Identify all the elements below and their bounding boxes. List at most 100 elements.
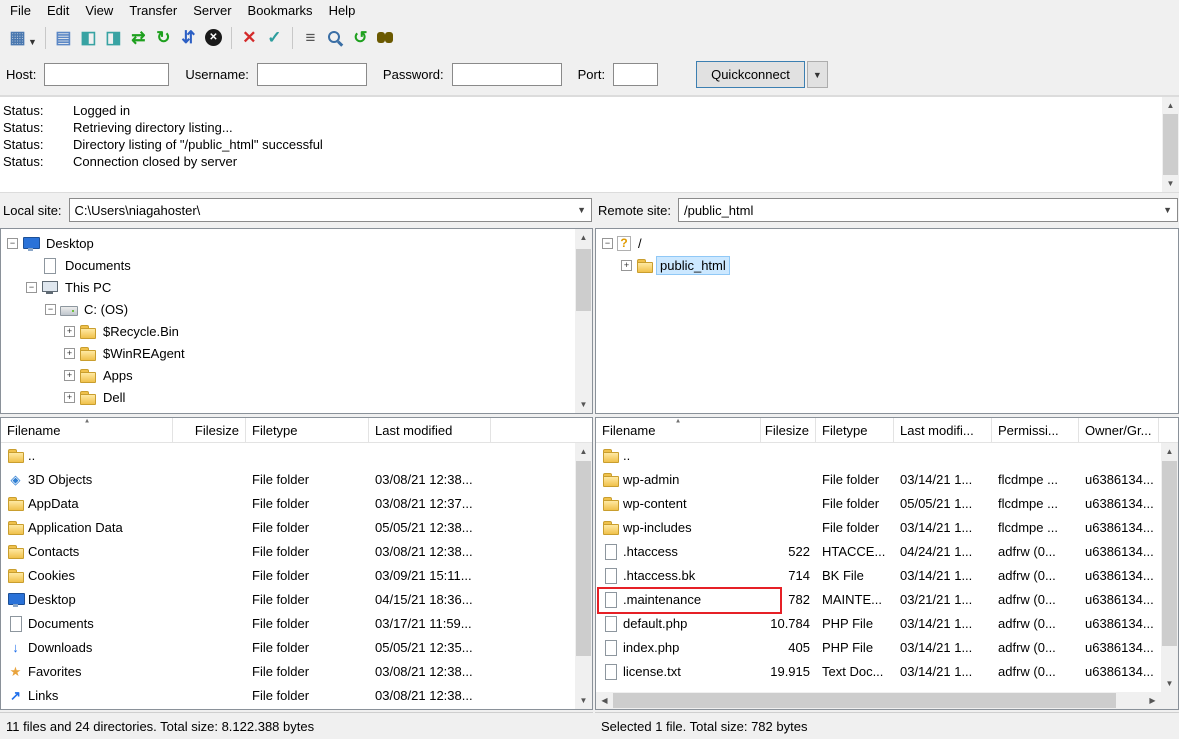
tree-item-winreagent[interactable]: +$WinREAgent	[1, 342, 592, 364]
tree-item-desktop[interactable]: −Desktop	[1, 232, 592, 254]
reconnect-button[interactable]: ✓	[262, 25, 287, 50]
refresh-button[interactable]: ↻	[151, 25, 176, 50]
scrollbar-thumb[interactable]	[576, 461, 591, 656]
quickconnect-dropdown-button[interactable]: ▼	[807, 61, 828, 88]
scroll-down-icon[interactable]: ▼	[575, 396, 592, 413]
file-row[interactable]: .htaccess.bk714BK File03/14/21 1...adfrw…	[596, 563, 1161, 587]
file-row[interactable]: DesktopFile folder04/15/21 18:36...	[1, 587, 575, 611]
file-row[interactable]: ..	[1, 443, 575, 467]
column-header-modified[interactable]: Last modifi...	[894, 418, 992, 442]
toggle-local-tree-button[interactable]: ◧	[76, 25, 101, 50]
column-header-type[interactable]: Filetype	[246, 418, 369, 442]
file-row[interactable]: wp-includesFile folder03/14/21 1...flcdm…	[596, 515, 1161, 539]
username-input[interactable]	[257, 63, 367, 86]
file-row[interactable]: wp-adminFile folder03/14/21 1...flcdmpe …	[596, 467, 1161, 491]
scroll-down-icon[interactable]: ▼	[575, 692, 592, 709]
scroll-up-icon[interactable]: ▲	[1162, 97, 1179, 114]
directory-comparison-button[interactable]	[323, 25, 348, 50]
menu-item-view[interactable]: View	[77, 1, 121, 20]
scrollbar-thumb[interactable]	[1162, 461, 1177, 646]
menu-item-help[interactable]: Help	[321, 1, 364, 20]
tree-item-dell[interactable]: +Dell	[1, 386, 592, 408]
file-row[interactable]: default.php10.784PHP File03/14/21 1...ad…	[596, 611, 1161, 635]
column-header-size[interactable]: Filesize	[761, 418, 816, 442]
tree-item-this-pc[interactable]: −This PC	[1, 276, 592, 298]
host-input[interactable]	[44, 63, 169, 86]
file-row[interactable]: ↓DownloadsFile folder05/05/21 12:35...	[1, 635, 575, 659]
remote-list-vscrollbar[interactable]: ▲ ▼	[1161, 443, 1178, 692]
file-row[interactable]: ★FavoritesFile folder03/08/21 12:38...	[1, 659, 575, 683]
file-row[interactable]: CookiesFile folder03/09/21 15:11...	[1, 563, 575, 587]
scroll-down-icon[interactable]: ▼	[1161, 675, 1178, 692]
scroll-up-icon[interactable]: ▲	[575, 443, 592, 460]
remote-list-hscrollbar[interactable]: ◀ ▶	[596, 692, 1161, 709]
file-row[interactable]: .htaccess522HTACCE...04/24/21 1...adfrw …	[596, 539, 1161, 563]
column-header-size[interactable]: Filesize	[173, 418, 246, 442]
tree-item-recycle-bin[interactable]: +$Recycle.Bin	[1, 320, 592, 342]
file-row[interactable]: AppDataFile folder03/08/21 12:37...	[1, 491, 575, 515]
toggle-transfer-queue-button[interactable]: ⇄	[126, 25, 151, 50]
expander-icon[interactable]: −	[26, 282, 37, 293]
column-header-perms[interactable]: Permissi...	[992, 418, 1079, 442]
file-row[interactable]: ..	[596, 443, 1161, 467]
expander-icon[interactable]: +	[621, 260, 632, 271]
menu-item-transfer[interactable]: Transfer	[121, 1, 185, 20]
cancel-button[interactable]: ✕	[201, 25, 226, 50]
scrollbar-thumb[interactable]	[576, 249, 591, 311]
remote-site-combobox[interactable]: /public_html ▼	[678, 198, 1178, 222]
column-header-owner[interactable]: Owner/Gr...	[1079, 418, 1159, 442]
site-manager-button[interactable]: ▦	[5, 25, 30, 50]
scroll-down-icon[interactable]: ▼	[1162, 175, 1179, 192]
local-site-combobox[interactable]: C:\Users\niagahoster\ ▼	[69, 198, 592, 222]
column-header-modified[interactable]: Last modified	[369, 418, 491, 442]
menu-item-edit[interactable]: Edit	[39, 1, 77, 20]
directory-filters-button[interactable]: ≡	[298, 25, 323, 50]
tree-item-documents[interactable]: Documents	[1, 254, 592, 276]
column-header-name[interactable]: Filename▲	[596, 418, 761, 442]
menu-item-file[interactable]: File	[2, 1, 39, 20]
expander-icon[interactable]: −	[7, 238, 18, 249]
synchronized-browsing-button[interactable]: ↺	[348, 25, 373, 50]
cell-modified: 03/08/21 12:38...	[369, 659, 491, 683]
column-header-name[interactable]: Filename▲	[1, 418, 173, 442]
file-row[interactable]: ↗LinksFile folder03/08/21 12:38...	[1, 683, 575, 707]
scrollbar-thumb[interactable]	[613, 693, 1116, 708]
expander-icon[interactable]: +	[64, 348, 75, 359]
file-row[interactable]: ◈3D ObjectsFile folder03/08/21 12:38...	[1, 467, 575, 491]
scroll-up-icon[interactable]: ▲	[1161, 443, 1178, 460]
tree-item-public-html[interactable]: +public_html	[596, 254, 1178, 276]
scroll-left-icon[interactable]: ◀	[596, 692, 613, 709]
expander-icon[interactable]: +	[64, 392, 75, 403]
password-input[interactable]	[452, 63, 562, 86]
tree-item-root[interactable]: −?/	[596, 232, 1178, 254]
local-list-scrollbar[interactable]: ▲ ▼	[575, 443, 592, 709]
tree-item-apps[interactable]: +Apps	[1, 364, 592, 386]
scroll-up-icon[interactable]: ▲	[575, 229, 592, 246]
file-row[interactable]: DocumentsFile folder03/17/21 11:59...	[1, 611, 575, 635]
tree-item-c-os[interactable]: −C: (OS)	[1, 298, 592, 320]
expander-icon[interactable]: +	[64, 370, 75, 381]
scrollbar-thumb[interactable]	[1163, 114, 1178, 175]
file-row[interactable]: Application DataFile folder05/05/21 12:3…	[1, 515, 575, 539]
expander-icon[interactable]: −	[45, 304, 56, 315]
menu-item-bookmarks[interactable]: Bookmarks	[240, 1, 321, 20]
port-input[interactable]	[613, 63, 658, 86]
menu-item-server[interactable]: Server	[185, 1, 239, 20]
status-log-scrollbar[interactable]: ▲ ▼	[1162, 97, 1179, 192]
file-row[interactable]: license.txt19.915Text Doc...03/14/21 1..…	[596, 659, 1161, 683]
expander-icon[interactable]: +	[64, 326, 75, 337]
process-queue-button[interactable]: ⇵	[176, 25, 201, 50]
file-row[interactable]: ContactsFile folder03/08/21 12:38...	[1, 539, 575, 563]
file-row[interactable]: index.php405PHP File03/14/21 1...adfrw (…	[596, 635, 1161, 659]
scroll-right-icon[interactable]: ▶	[1144, 692, 1161, 709]
expander-icon[interactable]: −	[602, 238, 613, 249]
find-files-button[interactable]	[373, 25, 398, 50]
file-row[interactable]: wp-contentFile folder05/05/21 1...flcdmp…	[596, 491, 1161, 515]
quickconnect-button[interactable]: Quickconnect	[696, 61, 805, 88]
local-tree-scrollbar[interactable]: ▲ ▼	[575, 229, 592, 413]
file-row[interactable]: .maintenance782MAINTE...03/21/21 1...adf…	[596, 587, 1161, 611]
disconnect-button[interactable]: ✕	[237, 25, 262, 50]
column-header-type[interactable]: Filetype	[816, 418, 894, 442]
toggle-message-log-button[interactable]: ▤	[51, 25, 76, 50]
toggle-remote-tree-button[interactable]: ◨	[101, 25, 126, 50]
